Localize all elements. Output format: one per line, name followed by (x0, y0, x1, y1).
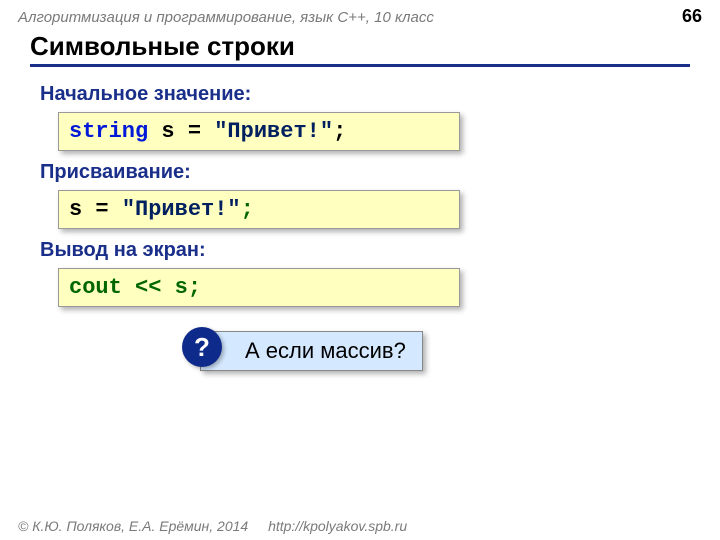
page-number: 66 (682, 6, 702, 27)
label-initial: Начальное значение: (40, 83, 680, 106)
code-var: s = (148, 119, 214, 144)
slide-header: Алгоритмизация и программирование, язык … (0, 0, 720, 27)
code-semi: ; (241, 197, 254, 222)
code-string: "Привет!" (122, 197, 241, 222)
slide-footer: © К.Ю. Поляков, Е.А. Ерёмин, 2014 http:/… (18, 518, 407, 534)
page-title: Символьные строки (30, 31, 690, 67)
code-initial: string s = "Привет!"; (58, 112, 460, 151)
code-full: cout << s; (69, 275, 201, 300)
footer-copyright: © К.Ю. Поляков, Е.А. Ерёмин, 2014 (18, 518, 248, 534)
code-lhs: s = (69, 197, 122, 222)
code-keyword: string (69, 119, 148, 144)
content-area: Начальное значение: string s = "Привет!"… (0, 67, 720, 371)
question-block: ? А если массив? (200, 331, 680, 371)
code-semi: ; (333, 119, 346, 144)
code-string: "Привет!" (214, 119, 333, 144)
label-output: Вывод на экран: (40, 239, 680, 262)
footer-url: http://kpolyakov.spb.ru (268, 518, 407, 534)
course-name: Алгоритмизация и программирование, язык … (18, 9, 434, 26)
question-mark-icon: ? (182, 327, 222, 367)
question-text: А если массив? (200, 331, 423, 371)
label-assign: Присваивание: (40, 161, 680, 184)
code-output: cout << s; (58, 268, 460, 307)
code-assign: s = "Привет!"; (58, 190, 460, 229)
